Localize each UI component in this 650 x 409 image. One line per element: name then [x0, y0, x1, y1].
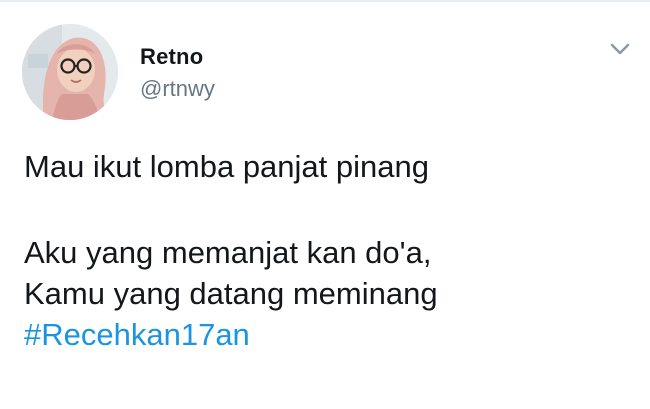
chevron-down-icon	[610, 43, 630, 55]
tweet-text-line: Mau ikut lomba panjat pinang	[24, 149, 429, 184]
line-break-gap	[24, 187, 624, 232]
tweet-menu-button[interactable]	[606, 38, 634, 60]
tweet-text-line: Aku yang memanjat kan do'a,	[24, 235, 432, 270]
tweet-text-line: Kamu yang datang meminang	[24, 276, 438, 311]
hashtag-link[interactable]: #Recehkan17an	[24, 314, 624, 355]
tweet-text: Mau ikut lomba panjat pinang Aku yang me…	[24, 146, 624, 355]
author-display-name[interactable]: Retno	[140, 44, 203, 70]
avatar-photo-icon	[22, 24, 118, 120]
author-handle[interactable]: @rtnwy	[140, 76, 215, 102]
user-avatar[interactable]	[22, 24, 118, 120]
tweet-card: Retno @rtnwy Mau ikut lomba panjat pinan…	[0, 0, 650, 409]
